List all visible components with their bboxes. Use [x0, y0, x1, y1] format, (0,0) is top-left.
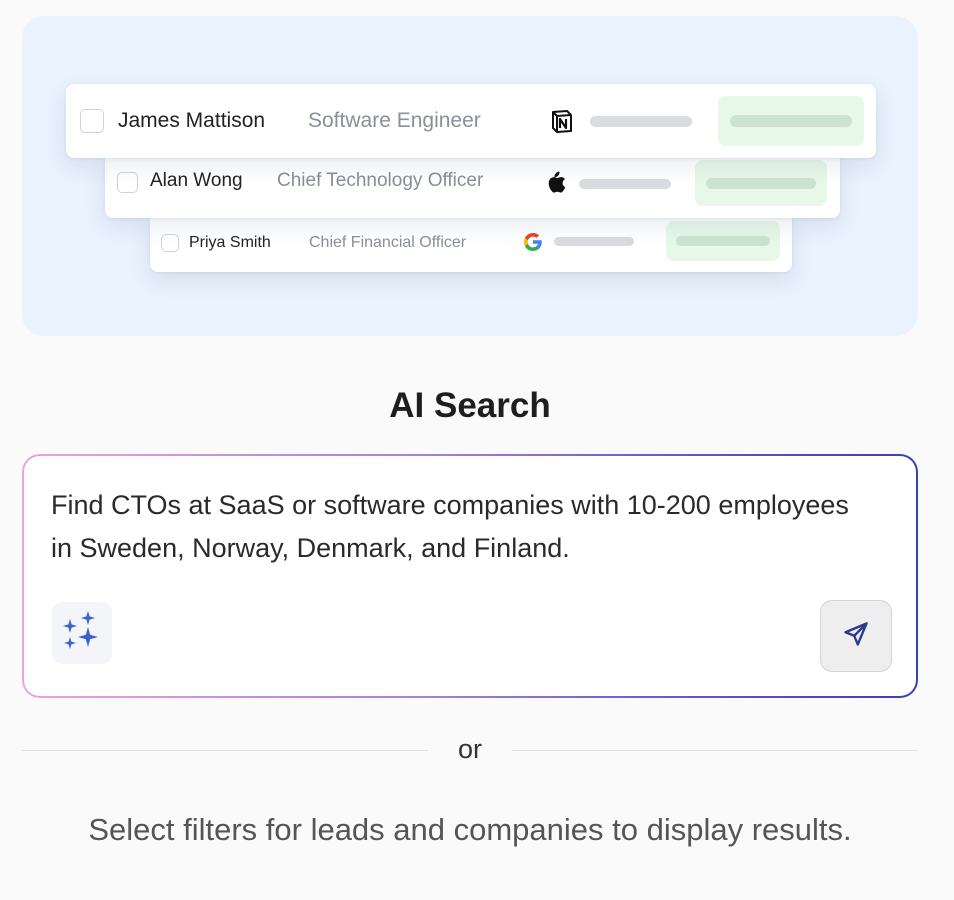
- placeholder-bar: [579, 179, 671, 189]
- placeholder-pill: [695, 160, 827, 206]
- lead-name: James Mattison: [118, 109, 266, 132]
- lead-name: Priya Smith: [189, 234, 271, 251]
- ai-search-heading: AI Search: [389, 386, 551, 425]
- sparkles-icon: [61, 610, 103, 657]
- empty-state-hint: Select filters for leads and companies t…: [88, 812, 852, 847]
- or-separator: or: [457, 734, 482, 764]
- lead-title: Software Engineer: [308, 109, 481, 132]
- send-icon: [842, 620, 870, 653]
- lead-name: Alan Wong: [150, 170, 243, 191]
- divider-right: [512, 750, 918, 751]
- divider-left: [22, 750, 428, 751]
- lead-checkbox: [161, 234, 179, 252]
- ai-search-query-input[interactable]: Find CTOs at SaaS or software companies …: [51, 484, 851, 570]
- lead-card-1: James Mattison Software Engineer: [66, 84, 876, 158]
- apple-icon: [545, 170, 567, 194]
- notion-icon: [548, 107, 576, 135]
- placeholder-pill: [718, 96, 864, 146]
- placeholder-bar: [554, 237, 634, 246]
- google-icon: [522, 231, 544, 253]
- lead-checkbox: [117, 172, 138, 193]
- lead-card-3: Priya Smith Chief Financial Officer: [150, 210, 792, 272]
- ai-suggest-button[interactable]: [52, 602, 112, 664]
- placeholder-pill: [666, 221, 780, 261]
- ai-search-inner: Find CTOs at SaaS or software companies …: [24, 456, 916, 696]
- ai-search-box: Find CTOs at SaaS or software companies …: [22, 454, 918, 698]
- lead-checkbox: [80, 109, 104, 133]
- lead-card-2: Alan Wong Chief Technology Officer: [105, 150, 840, 218]
- send-button[interactable]: [820, 600, 892, 672]
- placeholder-bar: [590, 115, 692, 127]
- lead-title: Chief Technology Officer: [277, 170, 484, 191]
- lead-title: Chief Financial Officer: [309, 234, 467, 251]
